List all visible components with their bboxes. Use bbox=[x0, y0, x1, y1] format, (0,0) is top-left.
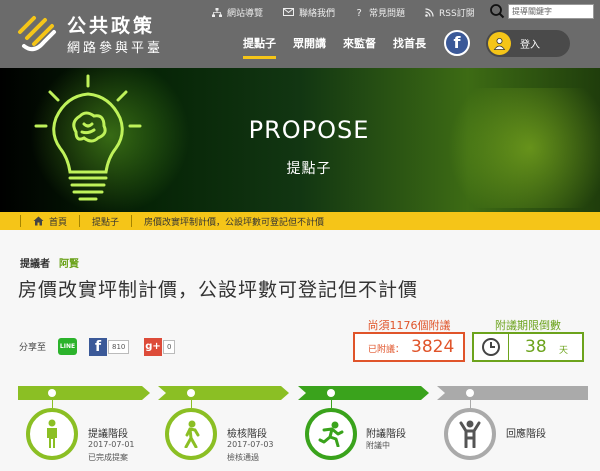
faq-link[interactable]: ? 常見問題 bbox=[355, 6, 406, 19]
home-icon bbox=[33, 216, 44, 226]
gplus-share-button[interactable]: g+ bbox=[144, 338, 162, 356]
person-standing-icon bbox=[47, 419, 57, 448]
utility-links: 網站導覽 聯絡我們 ? 常見問題 RSS訂閱 bbox=[212, 4, 495, 20]
sitemap-icon bbox=[212, 7, 222, 17]
stage-propose-circle bbox=[26, 408, 78, 460]
endorse-needed: 尚須1176個附議 bbox=[367, 319, 451, 332]
stage-propose-name: 提議階段 bbox=[88, 429, 128, 440]
breadcrumb-divider bbox=[79, 215, 81, 227]
proposer-info: 提議者 阿賢 bbox=[20, 255, 79, 270]
proposal-title: 房價改實坪制計價，公設坪數可登記但不計價 bbox=[18, 279, 419, 301]
stage-review-date: 2017-07-03 bbox=[227, 440, 274, 449]
rss-link[interactable]: RSS訂閱 bbox=[425, 6, 475, 19]
proposer-label: 提議者 bbox=[20, 259, 50, 270]
sitemap-link[interactable]: 網站導覽 bbox=[212, 6, 263, 19]
rss-link-label: RSS訂閱 bbox=[439, 8, 475, 19]
deadline-unit: 天 bbox=[559, 346, 569, 356]
contact-link[interactable]: 聯絡我們 bbox=[283, 6, 335, 19]
stage-progress-bar bbox=[18, 386, 588, 400]
hero-banner: PROPOSE 提點子 bbox=[0, 68, 600, 212]
facebook-share-button[interactable]: f bbox=[89, 338, 107, 356]
share-label: 分享至 bbox=[19, 343, 47, 353]
search-icon[interactable] bbox=[489, 3, 505, 19]
banner-title: PROPOSE bbox=[248, 116, 370, 144]
breadcrumb-propose[interactable]: 提點子 bbox=[92, 215, 119, 228]
gplus-share-count: 0 bbox=[163, 340, 176, 354]
breadcrumb-divider bbox=[20, 215, 21, 227]
stage-review-name: 檢核階段 bbox=[227, 429, 267, 440]
stage-review-status: 檢核通過 bbox=[227, 453, 259, 462]
sitemap-link-label: 網站導覽 bbox=[227, 8, 264, 19]
stage-dot bbox=[466, 389, 474, 397]
user-icon bbox=[488, 32, 511, 55]
endorse-count: 3824 bbox=[411, 337, 455, 357]
faq-link-label: 常見問題 bbox=[369, 8, 406, 19]
stage-endorse-name: 附議階段 bbox=[366, 429, 406, 440]
svg-text:?: ? bbox=[357, 8, 362, 17]
question-icon: ? bbox=[357, 8, 362, 17]
facebook-icon[interactable]: f bbox=[444, 30, 470, 56]
login-label: 登入 bbox=[520, 40, 540, 51]
stage-propose-date: 2017-07-01 bbox=[88, 440, 135, 449]
breadcrumb-divider bbox=[131, 215, 133, 227]
stage-connector bbox=[191, 397, 192, 408]
deadline-divider bbox=[508, 334, 509, 360]
clock-icon bbox=[482, 338, 500, 356]
person-arms-up-icon bbox=[459, 420, 481, 448]
stage-connector bbox=[331, 397, 332, 408]
nav-monitor[interactable]: 來監督 bbox=[343, 35, 376, 57]
endorse-count-label: 已附議： bbox=[368, 345, 405, 355]
breadcrumb-home-label: 首頁 bbox=[49, 217, 68, 228]
stage-bar-response bbox=[437, 386, 588, 400]
person-running-icon bbox=[318, 421, 344, 447]
stage-propose-status: 已完成提案 bbox=[88, 453, 128, 462]
nav-find-leader[interactable]: 找首長 bbox=[393, 35, 426, 57]
stage-connector bbox=[470, 397, 471, 408]
breadcrumb-home[interactable]: 首頁 bbox=[33, 215, 67, 228]
nav-discuss[interactable]: 眾開講 bbox=[293, 35, 326, 57]
breadcrumb-current: 房價改實坪制計價，公設坪數可登記但不計價 bbox=[144, 217, 325, 228]
line-share-button[interactable]: LINE bbox=[58, 338, 77, 355]
endorse-count-box: 已附議： 3824 bbox=[353, 332, 465, 362]
site-subtitle[interactable]: 網路參與平臺 bbox=[67, 37, 163, 56]
page: 公共政策 網路參與平臺 網站導覽 聯絡我們 ? 常見問題 RSS訂閱 提導關鍵字 bbox=[0, 0, 600, 471]
main-nav: 提點子 眾開講 來監督 找首長 bbox=[243, 35, 443, 59]
contact-link-label: 聯絡我們 bbox=[299, 8, 336, 19]
stage-bar-review bbox=[158, 386, 289, 400]
proposer-name[interactable]: 阿賢 bbox=[59, 259, 79, 270]
deadline-label: 附議期限倒數 bbox=[495, 319, 561, 332]
site-logo[interactable] bbox=[14, 10, 60, 54]
breadcrumb: 首頁 提點子 房價改實坪制計價，公設坪數可登記但不計價 bbox=[0, 212, 600, 230]
stage-connector bbox=[52, 397, 53, 408]
stage-endorse-status: 附議中 bbox=[366, 441, 390, 450]
deadline-days: 38 bbox=[525, 337, 547, 357]
rss-icon bbox=[425, 7, 434, 17]
stage-bar-endorse bbox=[298, 386, 429, 400]
banner-glow-right bbox=[430, 88, 600, 208]
person-walking-icon bbox=[184, 420, 200, 448]
stage-review-circle bbox=[165, 408, 217, 460]
nav-propose[interactable]: 提點子 bbox=[243, 35, 276, 59]
stage-endorse-circle bbox=[305, 408, 357, 460]
stage-bar-propose bbox=[18, 386, 150, 400]
banner-subtitle: 提點子 bbox=[286, 161, 332, 177]
login-button[interactable]: 登入 bbox=[486, 30, 570, 57]
stage-dot bbox=[48, 389, 56, 397]
search-input[interactable]: 提導關鍵字 bbox=[508, 4, 594, 19]
facebook-share-count: 810 bbox=[108, 340, 130, 354]
stage-response-name: 回應階段 bbox=[506, 429, 546, 440]
proposal-content: 提議者 阿賢 房價改實坪制計價，公設坪數可登記但不計價 分享至 LINE f 81… bbox=[0, 230, 600, 471]
site-header: 公共政策 網路參與平臺 網站導覽 聯絡我們 ? 常見問題 RSS訂閱 提導關鍵字 bbox=[0, 0, 600, 68]
stage-response-circle bbox=[444, 408, 496, 460]
site-title[interactable]: 公共政策 bbox=[67, 11, 155, 38]
stage-dot bbox=[187, 389, 195, 397]
mail-icon bbox=[283, 8, 295, 16]
deadline-box: 38 天 bbox=[472, 332, 584, 362]
stage-dot bbox=[327, 389, 335, 397]
